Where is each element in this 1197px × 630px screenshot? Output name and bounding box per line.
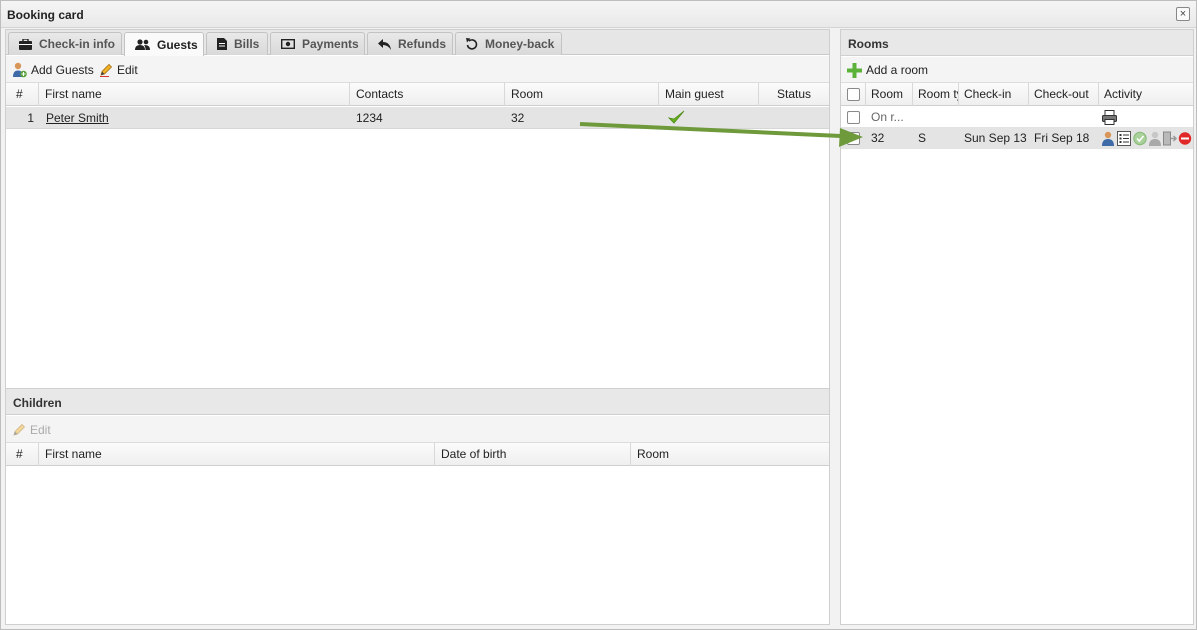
col-header-num[interactable]: # bbox=[6, 83, 39, 106]
tab-label: Bills bbox=[234, 37, 260, 51]
users-icon bbox=[135, 39, 150, 50]
col-header-room-type[interactable]: Room ty bbox=[913, 83, 959, 106]
booking-card-window: Booking card × Check-in info Guests Bill… bbox=[0, 0, 1197, 630]
tab-bills[interactable]: Bills bbox=[206, 32, 268, 55]
edit-guest-label: Edit bbox=[117, 63, 138, 77]
col-header-date-of-birth[interactable]: Date of birth bbox=[435, 443, 631, 466]
room-check-in: Sun Sep 13 bbox=[964, 131, 1027, 145]
banknote-icon bbox=[281, 39, 295, 49]
children-title: Children bbox=[13, 396, 62, 410]
window-title: Booking card bbox=[7, 8, 84, 22]
pencil-icon bbox=[13, 423, 26, 436]
add-room-label: Add a room bbox=[866, 63, 929, 77]
col-header-first-name[interactable]: First name bbox=[39, 83, 350, 106]
guest-icon[interactable] bbox=[1101, 131, 1115, 146]
tab-refunds[interactable]: Refunds bbox=[367, 32, 453, 55]
printer-icon[interactable] bbox=[1102, 110, 1117, 125]
row-num: 1 bbox=[27, 111, 34, 125]
room-row[interactable]: 32 S Sun Sep 13 Fri Sep 18 bbox=[841, 128, 1193, 149]
room-number: On r... bbox=[871, 110, 904, 124]
children-toolbar: Edit bbox=[6, 416, 829, 443]
title-bar: Booking card × bbox=[1, 1, 1196, 28]
room-check-out: Fri Sep 18 bbox=[1034, 131, 1090, 145]
main-guest-cell bbox=[659, 107, 759, 129]
select-all-checkbox[interactable] bbox=[847, 88, 860, 101]
table-row[interactable]: 1 Peter Smith 1234 32 bbox=[6, 107, 829, 129]
guest-contacts: 1234 bbox=[356, 111, 383, 125]
tab-guests[interactable]: Guests bbox=[124, 32, 204, 56]
reply-icon bbox=[378, 38, 391, 50]
door-exit-icon[interactable] bbox=[1163, 131, 1177, 146]
room-type bbox=[913, 107, 959, 128]
tab-label: Payments bbox=[302, 37, 359, 51]
close-button[interactable]: × bbox=[1176, 7, 1190, 21]
guests-table-header: # First name Contacts Room Main guest St… bbox=[6, 83, 829, 106]
row-checkbox[interactable] bbox=[847, 132, 860, 145]
tab-label: Refunds bbox=[398, 37, 446, 51]
edit-guest-button[interactable]: Edit bbox=[99, 61, 138, 79]
rooms-header: Rooms bbox=[841, 30, 1193, 56]
col-header-num[interactable]: # bbox=[6, 443, 39, 466]
guest-gray-icon[interactable] bbox=[1148, 131, 1162, 146]
tab-payments[interactable]: Payments bbox=[270, 32, 365, 55]
tab-label: Check-in info bbox=[39, 37, 116, 51]
tab-label: Money-back bbox=[485, 37, 555, 51]
room-check-in bbox=[959, 107, 1029, 128]
tab-label: Guests bbox=[157, 37, 198, 52]
pencil-icon bbox=[100, 63, 113, 77]
add-guests-button[interactable]: Add Guests bbox=[12, 61, 94, 79]
room-number: 32 bbox=[871, 131, 885, 145]
add-room-button[interactable]: Add a room bbox=[847, 61, 928, 79]
guest-name[interactable]: Peter Smith bbox=[46, 111, 109, 125]
col-header-activity[interactable]: Activity bbox=[1099, 83, 1193, 106]
edit-child-label: Edit bbox=[30, 423, 51, 437]
guest-room: 32 bbox=[511, 111, 525, 125]
rooms-panel: Rooms Add a room Room Room ty Check-in C… bbox=[840, 29, 1194, 625]
cancel-icon[interactable] bbox=[1178, 131, 1192, 146]
children-table-header: # First name Date of birth Room bbox=[6, 443, 829, 466]
rooms-title: Rooms bbox=[848, 37, 889, 51]
rooms-table-header: Room Room ty Check-in Check-out Activity bbox=[841, 83, 1193, 106]
col-header-check-in[interactable]: Check-in bbox=[959, 83, 1029, 106]
check-mark-icon bbox=[667, 110, 685, 124]
col-header-room[interactable]: Room bbox=[866, 83, 913, 106]
room-check-out bbox=[1029, 107, 1099, 128]
tab-check-in-info[interactable]: Check-in info bbox=[8, 32, 122, 55]
room-row[interactable]: On r... bbox=[841, 107, 1193, 128]
col-header-room[interactable]: Room bbox=[505, 83, 659, 106]
col-header-status[interactable]: Status bbox=[759, 83, 829, 106]
guest-name-link[interactable]: Peter Smith bbox=[40, 107, 350, 129]
tab-money-back[interactable]: Money-back bbox=[455, 32, 562, 55]
document-icon bbox=[217, 38, 227, 50]
check-circle-icon[interactable] bbox=[1133, 131, 1147, 146]
list-icon[interactable] bbox=[1117, 131, 1131, 146]
children-section-header: Children bbox=[6, 388, 829, 415]
col-header-main-guest[interactable]: Main guest bbox=[659, 83, 759, 106]
close-icon: × bbox=[1179, 8, 1187, 20]
edit-child-button[interactable]: Edit bbox=[12, 421, 51, 439]
guests-panel: Check-in info Guests Bills Payments Refu… bbox=[5, 29, 830, 625]
add-guests-label: Add Guests bbox=[31, 63, 94, 77]
col-header-first-name[interactable]: First name bbox=[39, 443, 435, 466]
guest-status bbox=[759, 107, 829, 129]
col-header-contacts[interactable]: Contacts bbox=[350, 83, 505, 106]
tab-bar: Check-in info Guests Bills Payments Refu… bbox=[6, 30, 829, 56]
room-type: S bbox=[918, 131, 927, 145]
guests-toolbar: Add Guests Edit bbox=[6, 56, 829, 83]
briefcase-icon bbox=[19, 38, 32, 50]
rooms-toolbar: Add a room bbox=[841, 57, 1193, 83]
row-checkbox[interactable] bbox=[847, 111, 860, 124]
add-guest-icon bbox=[13, 62, 27, 78]
col-header-check-out[interactable]: Check-out bbox=[1029, 83, 1099, 106]
col-header-room[interactable]: Room bbox=[631, 443, 829, 466]
col-header-select bbox=[841, 83, 866, 106]
undo-icon bbox=[466, 38, 478, 50]
plus-icon bbox=[847, 62, 862, 78]
